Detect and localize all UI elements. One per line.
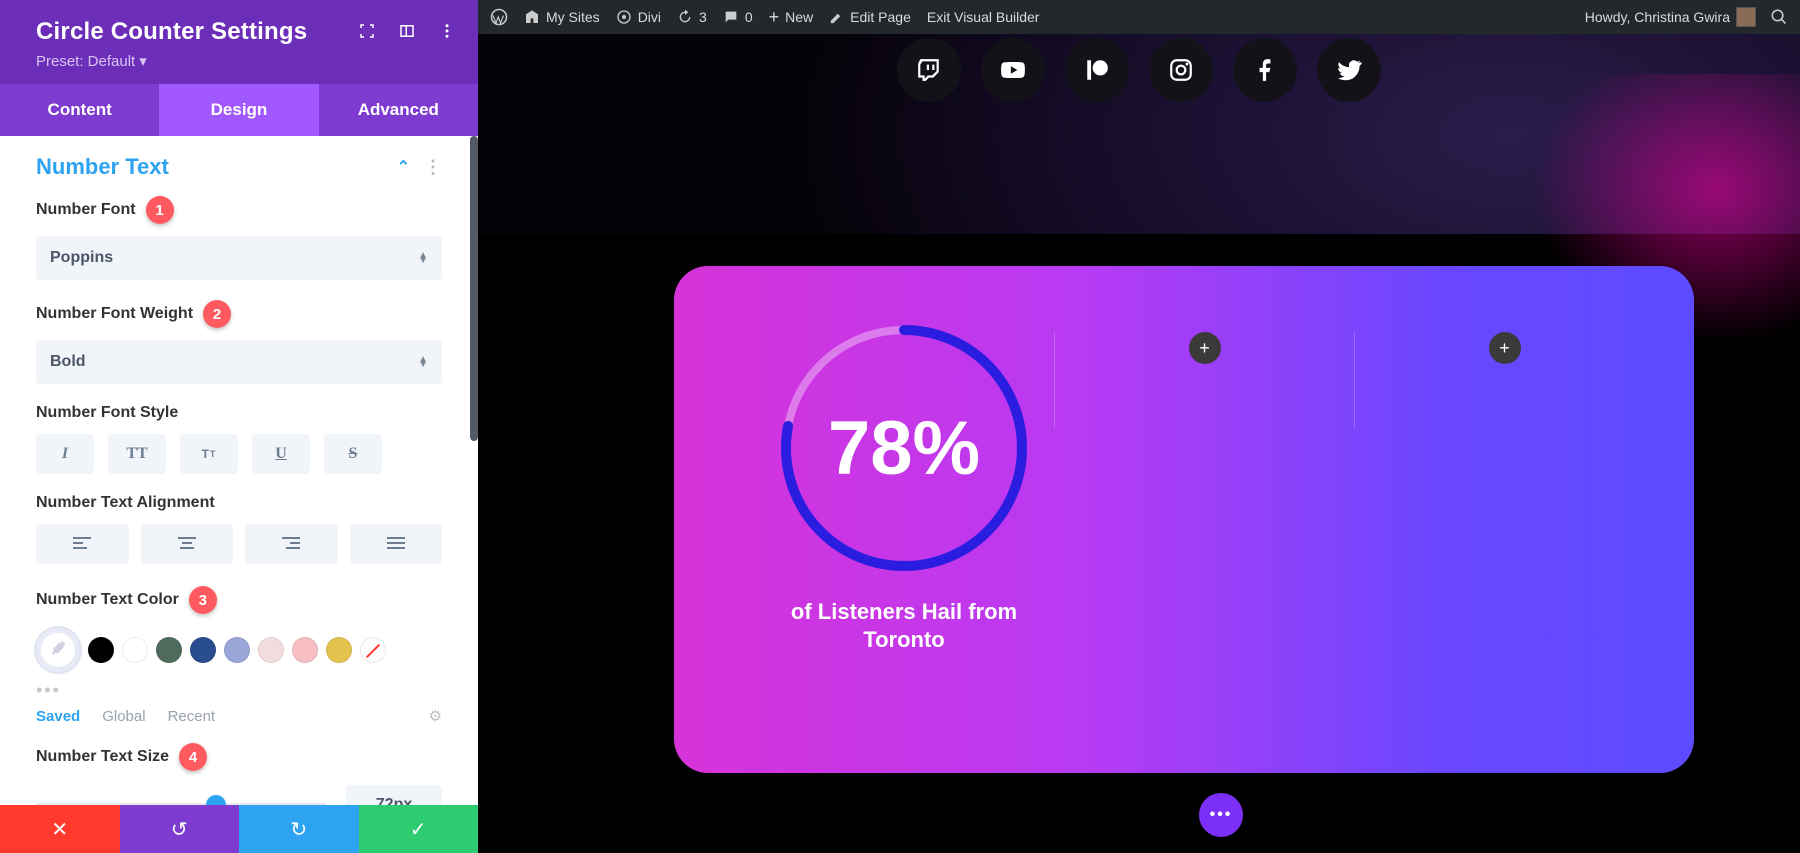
- section-toggle-number-text[interactable]: Number Text ⌃ ⋮: [36, 154, 442, 180]
- slider-thumb[interactable]: [206, 795, 226, 805]
- kebab-icon[interactable]: [438, 22, 456, 40]
- color-tab-recent[interactable]: Recent: [168, 708, 216, 725]
- select-updown-icon: ▲▼: [418, 253, 428, 263]
- section-kebab-icon[interactable]: ⋮: [424, 165, 442, 169]
- admin-howdy[interactable]: Howdy, Christina Gwira: [1585, 7, 1756, 27]
- social-twitch-icon[interactable]: [897, 38, 961, 102]
- annotation-1: 1: [146, 196, 174, 224]
- admin-updates[interactable]: 3: [677, 9, 707, 25]
- swatch-black[interactable]: [88, 637, 114, 663]
- label-number-text-size: Number Text Size 4: [36, 743, 442, 771]
- chevron-up-icon: ⌃: [397, 157, 410, 177]
- align-left[interactable]: [36, 524, 129, 564]
- label-number-font-style: Number Font Style: [36, 404, 442, 422]
- select-updown-icon: ▲▼: [418, 357, 428, 367]
- social-icons: [859, 38, 1419, 102]
- swatch-lav[interactable]: [224, 637, 250, 663]
- swatch-gold[interactable]: [326, 637, 352, 663]
- counter-caption: of Listeners Hail from Toronto: [754, 598, 1054, 653]
- admin-my-sites[interactable]: My Sites: [524, 9, 600, 25]
- label-number-font: Number Font 1: [36, 196, 442, 224]
- social-youtube-icon[interactable]: [981, 38, 1045, 102]
- label-number-font-weight: Number Font Weight 2: [36, 300, 442, 328]
- avatar: [1736, 7, 1756, 27]
- settings-title: Circle Counter Settings: [36, 18, 307, 46]
- size-slider[interactable]: [36, 803, 326, 805]
- add-module-button[interactable]: +: [1189, 332, 1221, 364]
- wp-logo-icon[interactable]: [490, 8, 508, 26]
- social-patreon-icon[interactable]: [1065, 38, 1129, 102]
- align-center[interactable]: [141, 524, 234, 564]
- color-tab-global[interactable]: Global: [102, 708, 145, 725]
- swatch-more-icon[interactable]: •••: [36, 680, 442, 701]
- settings-sidebar: Circle Counter Settings Preset: Default …: [0, 0, 478, 853]
- swatch-blue[interactable]: [190, 637, 216, 663]
- sidebar-footer: ✕ ↺ ↻ ✓: [0, 805, 478, 853]
- swatch-none[interactable]: [360, 637, 386, 663]
- color-tab-saved[interactable]: Saved: [36, 708, 80, 725]
- swatch-pink[interactable]: [292, 637, 318, 663]
- caret-down-icon: ▾: [139, 52, 147, 70]
- admin-new[interactable]: +New: [769, 7, 814, 28]
- color-tabs: Saved Global Recent ⚙: [36, 707, 442, 725]
- style-italic[interactable]: I: [36, 434, 94, 474]
- admin-search-icon[interactable]: [1770, 8, 1788, 26]
- style-uppercase[interactable]: TT: [108, 434, 166, 474]
- preset-select[interactable]: Preset: Default ▾: [36, 52, 307, 70]
- admin-exit-vb[interactable]: Exit Visual Builder: [927, 9, 1040, 25]
- redo-button[interactable]: ↻: [239, 805, 359, 853]
- social-facebook-icon[interactable]: [1233, 38, 1297, 102]
- circle-counter-module[interactable]: 78% of Listeners Hail from Toronto: [754, 318, 1054, 733]
- swatch-blush[interactable]: [258, 637, 284, 663]
- settings-tabs: Content Design Advanced: [0, 84, 478, 136]
- add-module-button[interactable]: +: [1489, 332, 1521, 364]
- annotation-3: 3: [189, 586, 217, 614]
- select-number-font-weight[interactable]: Bold ▲▼: [36, 340, 442, 384]
- admin-divi[interactable]: Divi: [616, 9, 661, 25]
- layout-icon[interactable]: [398, 22, 416, 40]
- swatch-white[interactable]: [122, 637, 148, 663]
- scan-icon[interactable]: [358, 22, 376, 40]
- admin-comments[interactable]: 0: [723, 9, 753, 25]
- align-justify[interactable]: [350, 524, 443, 564]
- style-strike[interactable]: S: [324, 434, 382, 474]
- gradient-card: 78% of Listeners Hail from Toronto + +: [674, 266, 1694, 773]
- tab-design[interactable]: Design: [159, 84, 318, 136]
- annotation-2: 2: [203, 300, 231, 328]
- align-right[interactable]: [245, 524, 338, 564]
- hero-band: [478, 34, 1800, 234]
- label-number-text-alignment: Number Text Alignment: [36, 494, 442, 512]
- annotation-4: 4: [179, 743, 207, 771]
- tab-content[interactable]: Content: [0, 84, 159, 136]
- undo-button[interactable]: ↺: [120, 805, 240, 853]
- social-instagram-icon[interactable]: [1149, 38, 1213, 102]
- wp-admin-bar: My Sites Divi 3 0 +New Edit Page Exit Vi…: [478, 0, 1800, 34]
- scrollbar-thumb[interactable]: [470, 136, 478, 441]
- style-smallcaps[interactable]: TT: [180, 434, 238, 474]
- social-twitter-icon[interactable]: [1317, 38, 1381, 102]
- tab-advanced[interactable]: Advanced: [319, 84, 478, 136]
- label-number-text-color: Number Text Color 3: [36, 586, 442, 614]
- empty-column-2[interactable]: +: [1055, 318, 1354, 733]
- color-settings-gear-icon[interactable]: ⚙: [429, 707, 442, 725]
- color-picker-button[interactable]: [36, 628, 80, 672]
- cancel-button[interactable]: ✕: [0, 805, 120, 853]
- select-number-font[interactable]: Poppins ▲▼: [36, 236, 442, 280]
- save-button[interactable]: ✓: [359, 805, 479, 853]
- style-underline[interactable]: U: [252, 434, 310, 474]
- color-swatch-row: [36, 628, 442, 672]
- admin-edit-page[interactable]: Edit Page: [829, 9, 911, 25]
- counter-value: 78%: [774, 318, 1034, 578]
- empty-column-3[interactable]: +: [1355, 318, 1654, 733]
- preview-canvas: My Sites Divi 3 0 +New Edit Page Exit Vi…: [478, 0, 1800, 853]
- swatch-green[interactable]: [156, 637, 182, 663]
- size-value-input[interactable]: 72px: [346, 785, 442, 805]
- settings-body: Number Text ⌃ ⋮ Number Font 1 Poppins ▲▼…: [0, 136, 478, 805]
- sidebar-header: Circle Counter Settings Preset: Default …: [0, 0, 478, 84]
- counter-ring: 78%: [774, 318, 1034, 578]
- builder-fab[interactable]: •••: [1199, 793, 1243, 837]
